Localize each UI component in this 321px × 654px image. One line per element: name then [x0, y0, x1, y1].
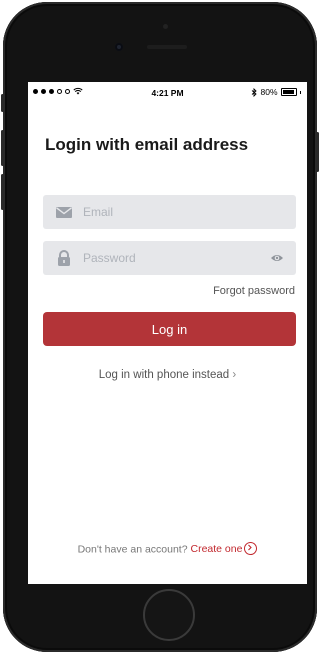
battery-fill: [282, 90, 294, 94]
front-camera: [115, 43, 123, 51]
forgot-password-link[interactable]: Forgot password: [213, 285, 295, 297]
envelope-icon: [56, 207, 72, 218]
email-input[interactable]: [83, 195, 273, 229]
signup-prompt: Don't have an account? Create one: [28, 542, 307, 556]
status-bar: 4:21 PM 80%: [28, 82, 307, 102]
earpiece-speaker: [147, 45, 187, 49]
lock-icon: [58, 250, 70, 266]
phone-frame: 4:21 PM 80% Login with email address Ema…: [1, 2, 319, 652]
home-button[interactable]: [143, 589, 195, 641]
create-account-label: Create one: [190, 543, 243, 556]
phone-login-label: Log in with phone instead: [98, 369, 230, 381]
volume-down-button: [1, 174, 4, 210]
email-field[interactable]: [43, 195, 296, 229]
password-field[interactable]: [43, 241, 296, 275]
proximity-sensor: [163, 24, 168, 29]
power-button: [316, 132, 319, 172]
chevron-right-icon: ›: [232, 369, 237, 381]
phone-login-link[interactable]: Log in with phone instead ›: [28, 369, 307, 381]
battery-icon: [280, 88, 297, 96]
battery-indicator: 80%: [251, 87, 301, 97]
battery-percent: 80%: [260, 87, 278, 97]
battery-tip: [299, 90, 301, 94]
password-input[interactable]: [83, 241, 273, 275]
arrow-circle-icon: [244, 542, 258, 555]
bluetooth-icon: [252, 87, 258, 97]
signup-prompt-text: Don't have an account?: [77, 543, 188, 556]
page-title: Login with email address: [45, 135, 249, 154]
login-button[interactable]: Log in: [43, 312, 296, 346]
mute-switch: [1, 94, 4, 112]
volume-up-button: [1, 130, 4, 166]
app-screen: 4:21 PM 80% Login with email address Ema…: [28, 82, 307, 584]
eye-icon[interactable]: [270, 252, 284, 264]
create-account-link[interactable]: Create one: [190, 542, 258, 556]
